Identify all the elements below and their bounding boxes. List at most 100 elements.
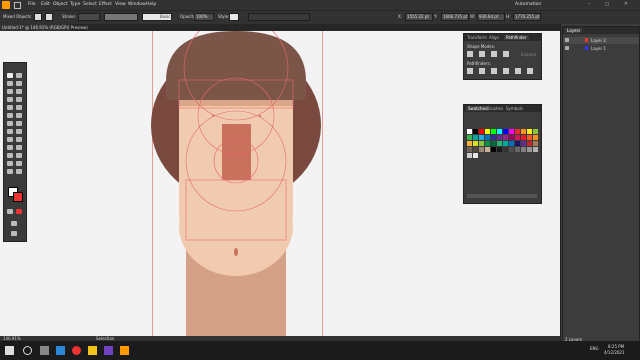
variable-width-profile[interactable] bbox=[104, 13, 138, 21]
menu-type[interactable]: Type bbox=[70, 2, 80, 7]
swatch[interactable] bbox=[503, 129, 508, 134]
swatch[interactable] bbox=[473, 141, 478, 146]
swatch[interactable] bbox=[473, 129, 478, 134]
swatch[interactable] bbox=[527, 129, 532, 134]
swatch[interactable] bbox=[515, 135, 520, 140]
line-tool-icon[interactable] bbox=[16, 89, 22, 94]
swatch[interactable] bbox=[467, 153, 472, 158]
align-buttons[interactable] bbox=[248, 13, 310, 21]
swatch[interactable] bbox=[485, 129, 490, 134]
swatch[interactable] bbox=[497, 141, 502, 146]
swatch[interactable] bbox=[491, 135, 496, 140]
swatches-footer-icons[interactable] bbox=[467, 194, 537, 198]
zoom-tool-icon[interactable] bbox=[16, 169, 22, 174]
swatch[interactable] bbox=[515, 129, 520, 134]
swatch[interactable] bbox=[533, 135, 538, 140]
w-input[interactable]: 936.64 pt bbox=[477, 13, 505, 21]
fill-swatch[interactable] bbox=[34, 13, 42, 21]
maximize-button[interactable]: □ bbox=[605, 2, 609, 7]
swatch[interactable] bbox=[533, 129, 538, 134]
tab-swatches[interactable]: Swatches bbox=[466, 106, 490, 111]
width-tool-icon[interactable] bbox=[7, 121, 13, 126]
menu-object[interactable]: Object bbox=[53, 2, 68, 7]
tab-layers[interactable]: Layers bbox=[565, 28, 583, 33]
opera-icon[interactable] bbox=[72, 346, 81, 355]
menu-select[interactable]: Select bbox=[83, 2, 97, 7]
pencil-tool-icon[interactable] bbox=[7, 105, 13, 110]
swatch-grid[interactable] bbox=[467, 129, 539, 169]
swatch[interactable] bbox=[527, 135, 532, 140]
swatch[interactable] bbox=[509, 147, 514, 152]
menu-effect[interactable]: Effect bbox=[99, 2, 112, 7]
y-input[interactable]: 1666.735 pt bbox=[441, 13, 469, 21]
swatch[interactable] bbox=[533, 141, 538, 146]
unite-icon[interactable] bbox=[467, 51, 473, 57]
layer-row[interactable]: Layer 1 bbox=[563, 45, 639, 52]
tab-align[interactable]: Align bbox=[489, 35, 499, 40]
crop-icon[interactable] bbox=[503, 68, 509, 74]
draw-mode-icon[interactable] bbox=[11, 221, 17, 226]
trim-icon[interactable] bbox=[479, 68, 485, 74]
minus-front-icon[interactable] bbox=[479, 51, 485, 57]
selection-tool-icon[interactable] bbox=[7, 73, 13, 78]
swatch[interactable] bbox=[521, 135, 526, 140]
gradient-tool-icon[interactable] bbox=[16, 137, 22, 142]
workspace-switcher[interactable]: Automation bbox=[515, 2, 541, 7]
clock-time[interactable]: 8:25 PM bbox=[608, 344, 624, 349]
slice-tool-icon[interactable] bbox=[16, 161, 22, 166]
perspective-grid-tool-icon[interactable] bbox=[16, 129, 22, 134]
curvature-tool-icon[interactable] bbox=[16, 81, 22, 86]
hand-tool-icon[interactable] bbox=[7, 169, 13, 174]
swatch[interactable] bbox=[479, 141, 484, 146]
minus-back-icon[interactable] bbox=[527, 68, 533, 74]
menu-window[interactable]: Window bbox=[128, 2, 146, 7]
graphic-style-picker[interactable] bbox=[229, 13, 239, 21]
intersect-icon[interactable] bbox=[491, 51, 497, 57]
swatch[interactable] bbox=[479, 135, 484, 140]
search-icon[interactable] bbox=[23, 346, 32, 355]
type-tool-icon[interactable] bbox=[7, 89, 13, 94]
swatch[interactable] bbox=[515, 141, 520, 146]
blend-tool-icon[interactable] bbox=[16, 145, 22, 150]
artboard-tool-icon[interactable] bbox=[7, 161, 13, 166]
document-tab[interactable]: Untitled-1* @ 146.91% (RGB/GPU Preview) bbox=[0, 24, 88, 31]
mesh-tool-icon[interactable] bbox=[7, 137, 13, 142]
merge-icon[interactable] bbox=[491, 68, 497, 74]
h-input[interactable]: 1770.255 pt bbox=[513, 13, 541, 21]
swatch[interactable] bbox=[485, 141, 490, 146]
swatch[interactable] bbox=[533, 147, 538, 152]
eyedropper-tool-icon[interactable] bbox=[7, 145, 13, 150]
minimize-button[interactable]: – bbox=[588, 2, 590, 7]
divide-icon[interactable] bbox=[467, 68, 473, 74]
swatch[interactable] bbox=[485, 135, 490, 140]
swatch[interactable] bbox=[521, 129, 526, 134]
graph-tool-icon[interactable] bbox=[16, 153, 22, 158]
swatch[interactable] bbox=[479, 147, 484, 152]
shape-builder-tool-icon[interactable] bbox=[7, 129, 13, 134]
stroke-color-icon[interactable] bbox=[13, 192, 23, 202]
menu-view[interactable]: View bbox=[115, 2, 126, 7]
menu-file[interactable]: File bbox=[28, 2, 36, 7]
tab-symbols[interactable]: Symbols bbox=[506, 106, 523, 111]
rectangle-tool-icon[interactable] bbox=[7, 97, 13, 102]
symbol-sprayer-tool-icon[interactable] bbox=[7, 153, 13, 158]
swatch[interactable] bbox=[527, 147, 532, 152]
free-transform-tool-icon[interactable] bbox=[16, 121, 22, 126]
swatch[interactable] bbox=[497, 135, 502, 140]
scale-tool-icon[interactable] bbox=[16, 113, 22, 118]
edge-icon[interactable] bbox=[56, 346, 65, 355]
swatch[interactable] bbox=[491, 141, 496, 146]
swatch[interactable] bbox=[509, 129, 514, 134]
x-input[interactable]: 1555.22 pt bbox=[405, 13, 433, 21]
stroke-weight-input[interactable] bbox=[78, 13, 100, 21]
swatch[interactable] bbox=[467, 135, 472, 140]
folder-icon[interactable] bbox=[88, 346, 97, 355]
outline-icon[interactable] bbox=[515, 68, 521, 74]
swatch[interactable] bbox=[503, 141, 508, 146]
swatch[interactable] bbox=[503, 135, 508, 140]
swatch[interactable] bbox=[467, 147, 472, 152]
language-indicator[interactable]: ENG bbox=[590, 346, 599, 351]
swatch[interactable] bbox=[467, 141, 472, 146]
menu-edit[interactable]: Edit bbox=[41, 2, 50, 7]
swatch[interactable] bbox=[473, 147, 478, 152]
